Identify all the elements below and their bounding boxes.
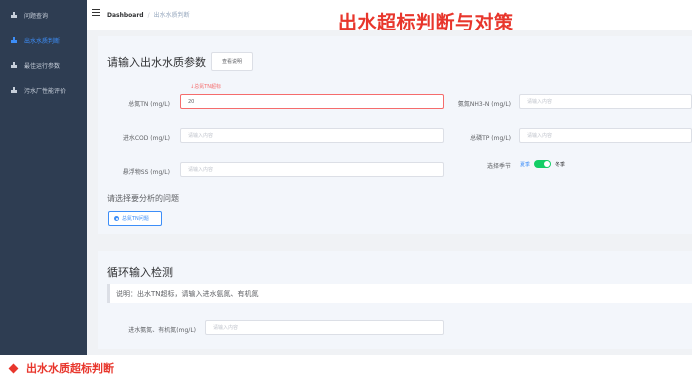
- cod-input[interactable]: 请输入内容: [180, 128, 444, 143]
- problem-option-tn[interactable]: 总氮TN问题: [108, 211, 162, 226]
- sidebar-item-label: 污水厂性能评价: [24, 87, 67, 95]
- loop-note: 说明：出水TN超标，请输入进水氨氮、有机氮: [107, 284, 692, 303]
- sidebar-icon: [11, 62, 17, 68]
- problem-title: 请选择要分析的问题: [107, 194, 179, 203]
- tp-label: 总磷TP (mg/L): [470, 135, 511, 142]
- sidebar-item-plant-evaluation[interactable]: 污水厂性能评价: [0, 80, 87, 100]
- sidebar-item-effluent-judgement[interactable]: 出水水质判断: [0, 30, 87, 50]
- breadcrumb-current: 出水水质判断: [153, 12, 190, 19]
- bottom-caption-text: 出水水质超标判断: [26, 362, 114, 375]
- sidebar-icon: [11, 87, 17, 93]
- hamburger-icon[interactable]: [92, 9, 100, 16]
- ss-input[interactable]: 请输入内容: [180, 162, 444, 177]
- error-message: ↓总氮TN超标: [190, 84, 221, 90]
- diamond-icon: [8, 363, 19, 373]
- sidebar-item-query[interactable]: 问题查询: [0, 5, 87, 25]
- nh3-input[interactable]: 请输入内容: [519, 94, 692, 109]
- loop-title: 循环输入检测: [107, 266, 173, 279]
- loop-field-label: 进水氨氮、有机氮(mg/L): [128, 327, 196, 334]
- sidebar-item-label: 出水水质判断: [24, 37, 61, 45]
- switch-knob: [544, 161, 551, 167]
- bottom-caption: 出水水质超标判断: [8, 360, 114, 376]
- sidebar-icon: [11, 12, 17, 18]
- season-right-label[interactable]: 冬季: [555, 161, 565, 168]
- cod-label: 进水COD (mg/L): [122, 135, 170, 142]
- tn-input[interactable]: 20: [180, 94, 444, 109]
- loop-field-input[interactable]: 请输入内容: [205, 320, 444, 335]
- sidebar-item-label: 最佳运行参数: [24, 62, 61, 70]
- ss-label: 悬浮物SS (mg/L): [122, 169, 170, 176]
- tn-label: 总氮TN (mg/L): [128, 101, 170, 108]
- sidebar-icon: [11, 37, 17, 43]
- season-switch[interactable]: [534, 160, 552, 168]
- radio-icon: [114, 216, 119, 221]
- season-switch-group: 夏季 冬季: [520, 160, 565, 168]
- breadcrumb-root[interactable]: Dashboard: [107, 12, 144, 19]
- form-title: 请输入出水水质参数: [107, 56, 206, 69]
- season-label: 选择季节: [486, 163, 511, 170]
- nh3-label: 氨氮NH3-N (mg/L): [457, 101, 511, 108]
- season-left-label[interactable]: 夏季: [520, 161, 530, 168]
- sidebar-item-label: 问题查询: [24, 12, 49, 20]
- help-button[interactable]: 查看说明: [211, 52, 253, 71]
- tp-input[interactable]: 请输入内容: [519, 128, 692, 143]
- problem-option-label: 总氮TN问题: [122, 216, 149, 222]
- sidebar-item-best-params[interactable]: 最佳运行参数: [0, 55, 87, 75]
- sidebar: 问题查询 出水水质判断 最佳运行参数 污水厂性能评价: [0, 0, 87, 355]
- breadcrumb-separator: /: [147, 12, 150, 19]
- breadcrumb: Dashboard / 出水水质判断: [107, 10, 190, 19]
